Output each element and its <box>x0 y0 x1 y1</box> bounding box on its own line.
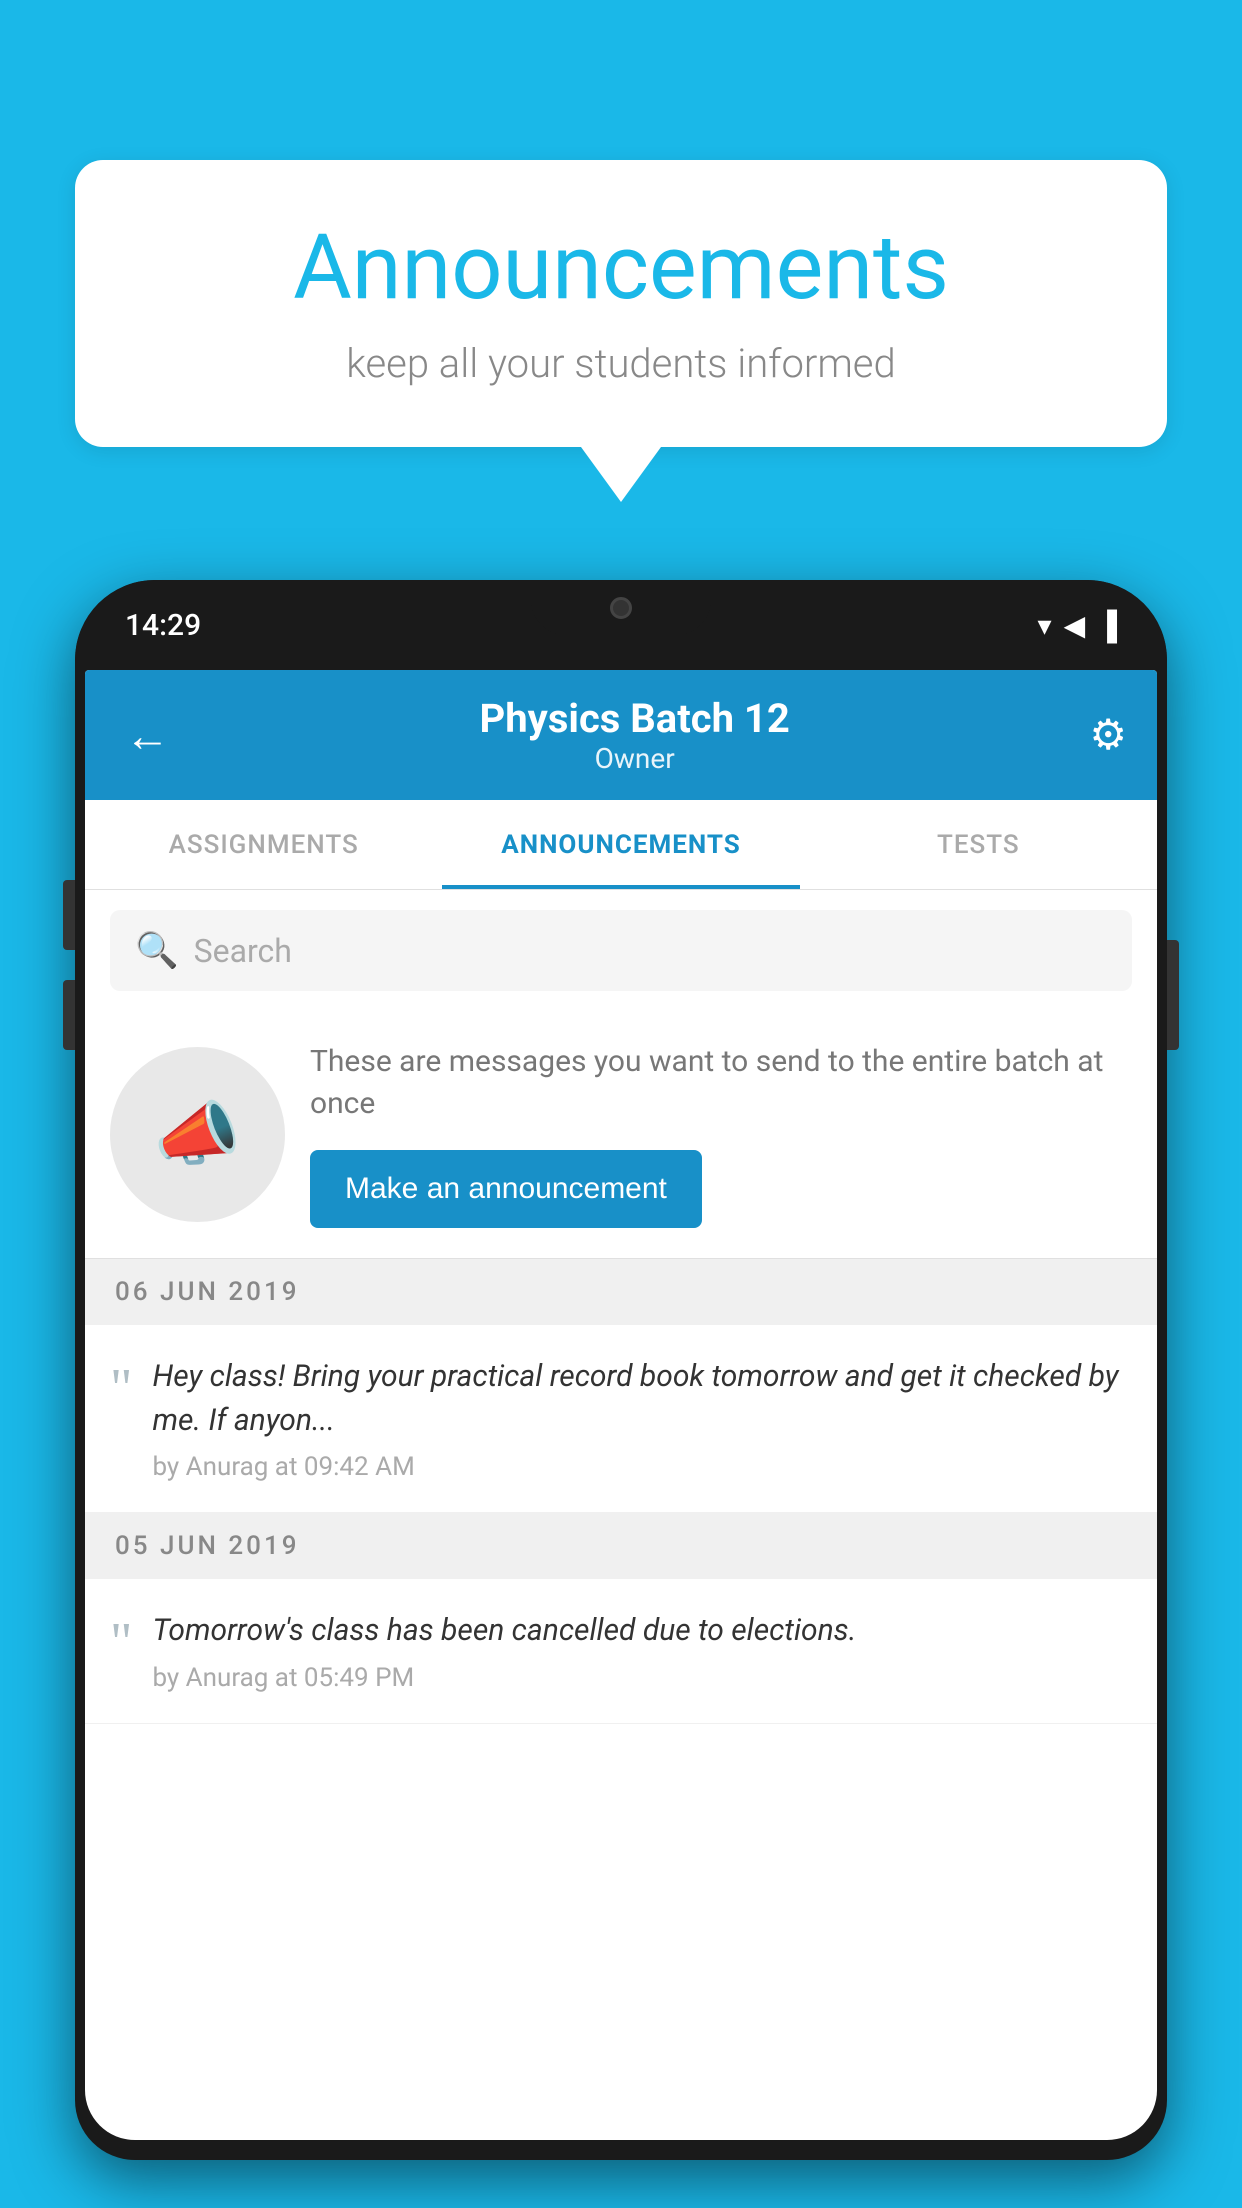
make-announcement-button[interactable]: Make an announcement <box>310 1150 702 1228</box>
status-bar: 14:29 ▾ ◀ ▐ <box>75 580 1167 670</box>
phone-wrapper: 14:29 ▾ ◀ ▐ ← Physics Batch 12 Owner ⚙ <box>75 580 1167 2208</box>
announcement-promo: 📣 These are messages you want to send to… <box>85 1011 1157 1259</box>
tab-assignments[interactable]: ASSIGNMENTS <box>85 800 442 889</box>
app-bar-title: Physics Batch 12 <box>180 695 1089 742</box>
tab-announcements[interactable]: ANNOUNCEMENTS <box>442 800 799 889</box>
message-item-1[interactable]: " Hey class! Bring your practical record… <box>85 1325 1157 1513</box>
camera <box>610 597 632 619</box>
battery-icon: ▐ <box>1097 609 1117 642</box>
signal-icon: ◀ <box>1064 609 1086 642</box>
date-separator-1: 06 JUN 2019 <box>85 1259 1157 1325</box>
wifi-icon: ▾ <box>1038 609 1052 642</box>
search-bar[interactable]: 🔍 Search <box>110 910 1132 991</box>
app-bar-center: Physics Batch 12 Owner <box>180 695 1089 775</box>
quote-icon-2: " <box>110 1614 132 1669</box>
promo-content: These are messages you want to send to t… <box>310 1041 1132 1228</box>
message-meta-2: by Anurag at 05:49 PM <box>152 1663 1132 1693</box>
settings-button[interactable]: ⚙ <box>1089 710 1127 760</box>
date-separator-2: 05 JUN 2019 <box>85 1513 1157 1579</box>
message-content-1: Hey class! Bring your practical record b… <box>152 1355 1132 1482</box>
status-icons: ▾ ◀ ▐ <box>1038 609 1117 642</box>
phone-outer: 14:29 ▾ ◀ ▐ ← Physics Batch 12 Owner ⚙ <box>75 580 1167 2160</box>
message-text-1: Hey class! Bring your practical record b… <box>152 1355 1132 1442</box>
back-button[interactable]: ← <box>115 699 180 772</box>
speech-bubble-section: Announcements keep all your students inf… <box>75 160 1167 502</box>
volume-up-button <box>63 880 75 950</box>
promo-description: These are messages you want to send to t… <box>310 1041 1132 1125</box>
speech-bubble: Announcements keep all your students inf… <box>75 160 1167 447</box>
app-bar-subtitle: Owner <box>180 742 1089 775</box>
tab-tests[interactable]: TESTS <box>800 800 1157 889</box>
phone-screen: ← Physics Batch 12 Owner ⚙ ASSIGNMENTS A… <box>85 670 1157 2140</box>
tabs-bar: ASSIGNMENTS ANNOUNCEMENTS TESTS <box>85 800 1157 890</box>
search-placeholder: Search <box>194 932 292 970</box>
speech-bubble-subtitle: keep all your students informed <box>135 340 1107 387</box>
speech-bubble-title: Announcements <box>135 215 1107 320</box>
quote-icon-1: " <box>110 1360 132 1415</box>
phone-notch <box>531 580 711 635</box>
app-bar: ← Physics Batch 12 Owner ⚙ <box>85 670 1157 800</box>
promo-icon-circle: 📣 <box>110 1047 285 1222</box>
megaphone-icon: 📣 <box>154 1094 241 1176</box>
volume-down-button <box>63 980 75 1050</box>
search-container: 🔍 Search <box>85 890 1157 1011</box>
status-time: 14:29 <box>125 608 201 643</box>
message-text-2: Tomorrow's class has been cancelled due … <box>152 1609 1132 1653</box>
speech-bubble-arrow <box>581 447 661 502</box>
message-content-2: Tomorrow's class has been cancelled due … <box>152 1609 1132 1693</box>
message-item-2[interactable]: " Tomorrow's class has been cancelled du… <box>85 1579 1157 1724</box>
power-button <box>1167 940 1179 1050</box>
message-meta-1: by Anurag at 09:42 AM <box>152 1452 1132 1482</box>
search-icon: 🔍 <box>135 930 179 971</box>
